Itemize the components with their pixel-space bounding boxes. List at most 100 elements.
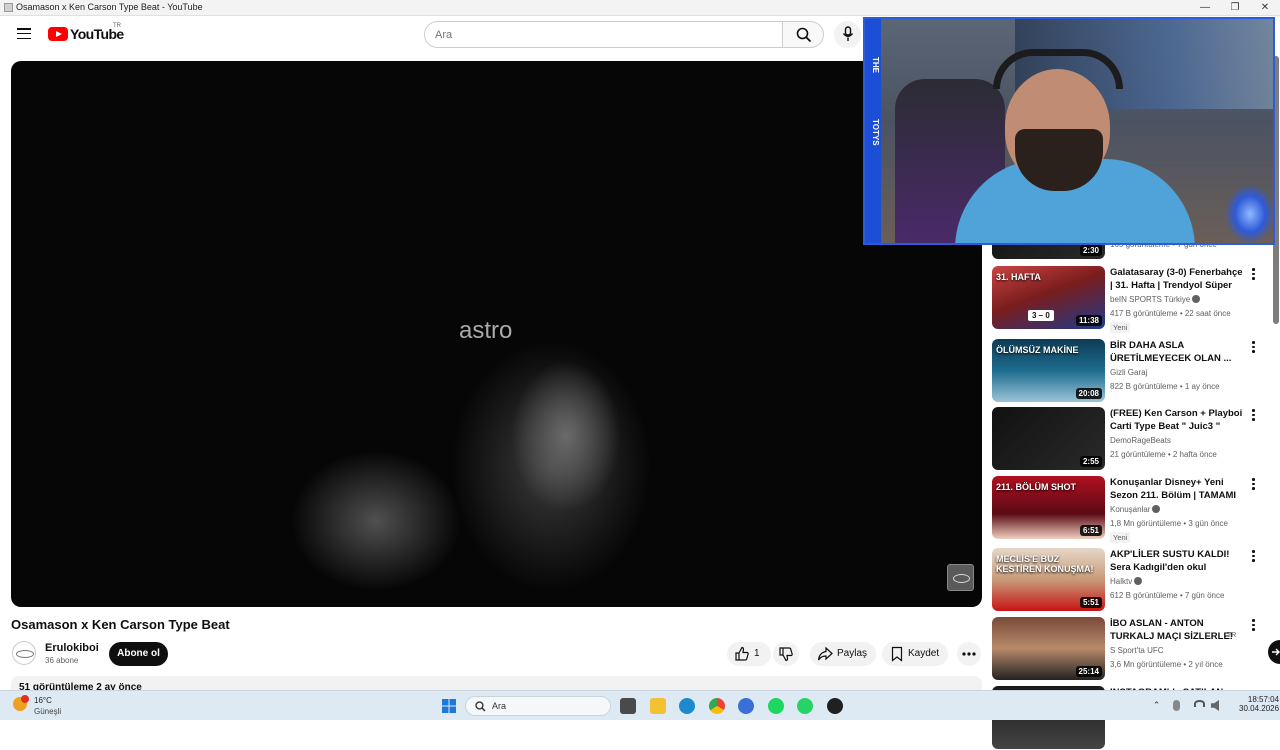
subscribe-button[interactable]: Abone ol [109, 642, 168, 666]
more-options-icon[interactable] [1252, 550, 1256, 562]
recommendation-card[interactable]: 2:55 (FREE) Ken Carson + Playboi Carti Ty… [992, 407, 1262, 471]
recommendation-card[interactable]: 25:14 İBO ASLAN - ANTON TURKALJ MAÇI SİZL… [992, 617, 1262, 681]
clock-time: 18:57:04 [1247, 695, 1280, 704]
recommendation-meta: 417 B görüntüleme • 22 saat önce [1110, 309, 1231, 318]
arrow-right-icon [1272, 648, 1280, 656]
more-options-icon[interactable] [1252, 341, 1256, 353]
save-label: Kaydet [908, 648, 940, 659]
recommendation-channel[interactable]: Gizli Garaj [1110, 368, 1147, 377]
video-title: Osamason x Ken Carson Type Beat [11, 617, 230, 632]
weather-condition[interactable]: Güneşli [34, 707, 61, 716]
video-thumbnail[interactable]: MECLİS'E BUZ KESTİREN KONUŞMA! 5:51 [992, 548, 1105, 611]
app-icon[interactable] [738, 698, 754, 714]
recommendation-channel[interactable]: Halktv [1110, 577, 1143, 586]
search-box [424, 21, 783, 48]
video-overlay-text: astro [459, 317, 513, 344]
recommendation-title[interactable]: Konuşanlar Disney+ Yeni Sezon 211. Bölüm… [1110, 476, 1244, 502]
youtube-play-icon [48, 27, 68, 41]
recommendation-meta: 1,8 Mn görüntüleme • 3 gün önce [1110, 519, 1228, 528]
weather-temperature[interactable]: 16°C [34, 696, 52, 705]
close-button[interactable]: ✕ [1250, 0, 1280, 16]
share-label: Paylaş [837, 648, 868, 659]
title-country-suffix: TR [1227, 632, 1237, 639]
scroll-next-button[interactable] [1268, 640, 1280, 664]
recommendation-card[interactable]: MECLİS'E BUZ KESTİREN KONUŞMA! 5:51 AKP'Lİ… [992, 548, 1262, 612]
new-badge: Yeni [1110, 532, 1131, 543]
chrome-icon[interactable] [709, 698, 725, 714]
menu-icon[interactable] [17, 28, 31, 40]
video-thumbnail[interactable]: 25:14 [992, 617, 1105, 680]
file-explorer-icon[interactable] [650, 698, 666, 714]
channel-label: Konuşanlar [1110, 505, 1151, 514]
thumbnail-score: 3 – 0 [1028, 310, 1054, 321]
thumbnail-caption: 211. BÖLÜM SHOT [996, 482, 1077, 492]
recommendation-title[interactable]: Galatasaray (3-0) Fenerbahçe | 31. Hafta… [1110, 266, 1244, 292]
microphone-icon[interactable] [1173, 700, 1180, 711]
share-button[interactable]: Paylaş [810, 642, 876, 666]
more-options-icon[interactable] [1252, 409, 1256, 421]
microphone-icon [842, 26, 854, 41]
recommendation-channel[interactable]: beIN SPORTS Türkiye [1110, 295, 1201, 304]
bookmark-icon [891, 646, 903, 662]
taskbar-search[interactable]: Ara [465, 696, 611, 716]
spotify-icon[interactable] [768, 698, 784, 714]
more-actions-button[interactable] [957, 642, 981, 666]
taskbar-search-placeholder: Ara [492, 701, 507, 711]
webcam-side-banner: THE TOTYS [865, 19, 881, 243]
more-options-icon[interactable] [1252, 268, 1256, 280]
channel-label: S Sport'ta UFC [1110, 646, 1164, 655]
verified-icon [1152, 505, 1161, 513]
wifi-icon[interactable] [1194, 700, 1205, 707]
thumbs-down-icon [779, 647, 793, 662]
save-button[interactable]: Kaydet [882, 642, 948, 666]
task-view-icon[interactable] [620, 698, 636, 714]
channel-watermark[interactable] [947, 564, 974, 591]
like-button[interactable]: 1 [727, 642, 771, 666]
video-duration: 11:38 [1075, 315, 1102, 326]
video-duration: 20:08 [1075, 388, 1102, 399]
window-title: Osamason x Ken Carson Type Beat - YouTub… [16, 2, 203, 12]
search-button[interactable] [782, 21, 824, 48]
video-player[interactable]: astro [11, 61, 982, 607]
weather-alert-badge [21, 695, 29, 703]
headphones [993, 49, 1123, 89]
more-options-icon[interactable] [1252, 478, 1256, 490]
recommendation-card[interactable]: 211. BÖLÜM SHOT 6:51 Konuşanlar Disney+ Ye… [992, 476, 1262, 543]
recommendation-title[interactable]: AKP'LİLER SUSTU KALDI! Sera Kadıgil'den … [1110, 548, 1244, 574]
more-options-icon[interactable] [1252, 619, 1256, 631]
recommendation-meta: 3,6 Mn görüntüleme • 2 yıl önce [1110, 660, 1223, 669]
recommendation-title[interactable]: (FREE) Ken Carson + Playboi Carti Type B… [1110, 407, 1244, 433]
edge-icon[interactable] [679, 698, 695, 714]
search-input[interactable] [435, 27, 765, 43]
verified-icon [1134, 577, 1143, 585]
obs-icon[interactable] [827, 698, 843, 714]
video-thumbnail[interactable]: 31. HAFTA 3 – 0 11:38 [992, 266, 1105, 329]
video-duration: 5:51 [1079, 597, 1102, 608]
recommendation-card[interactable]: 31. HAFTA 3 – 0 11:38 Galatasaray (3-0) Fen… [992, 266, 1262, 333]
thumbnail-caption: ÖLÜMSÜZ MAKİNE [996, 345, 1079, 355]
verified-icon [1192, 295, 1201, 303]
recommendation-title[interactable]: İBO ASLAN - ANTON TURKALJ MAÇI SİZLERLE!… [1110, 617, 1244, 643]
recommendation-title[interactable]: BİR DAHA ASLA ÜRETİLMEYECEK OLAN ... [1110, 339, 1244, 365]
chevron-up-icon[interactable]: ⌃ [1151, 700, 1162, 711]
video-thumbnail[interactable]: ÖLÜMSÜZ MAKİNE 20:08 [992, 339, 1105, 402]
channel-label: Halktv [1110, 577, 1133, 586]
recommendation-card[interactable]: ÖLÜMSÜZ MAKİNE 20:08 BİR DAHA ASLA ÜRETİLM… [992, 339, 1262, 403]
decorative-orb [1225, 184, 1273, 243]
minimize-button[interactable]: — [1190, 0, 1220, 16]
taskbar-clock[interactable]: 18:57:04 30.04.2026 [1239, 695, 1279, 713]
maximize-button[interactable]: ❐ [1220, 0, 1250, 16]
recommendation-channel[interactable]: DemoRageBeats [1110, 436, 1171, 445]
video-thumbnail[interactable]: 2:55 [992, 407, 1105, 470]
whatsapp-icon[interactable] [797, 698, 813, 714]
channel-avatar[interactable] [12, 641, 36, 665]
start-button[interactable] [441, 698, 457, 714]
channel-name[interactable]: Erulokiboi [45, 642, 99, 654]
video-thumbnail[interactable]: 211. BÖLÜM SHOT 6:51 [992, 476, 1105, 539]
dislike-button[interactable] [773, 642, 799, 666]
voice-search-button[interactable] [834, 21, 861, 48]
recommendation-channel[interactable]: S Sport'ta UFC [1110, 646, 1164, 655]
recommendation-channel[interactable]: Konuşanlar [1110, 505, 1161, 514]
speaker-icon[interactable] [1211, 700, 1219, 711]
webcam-overlay: THE TOTYS [863, 17, 1275, 245]
